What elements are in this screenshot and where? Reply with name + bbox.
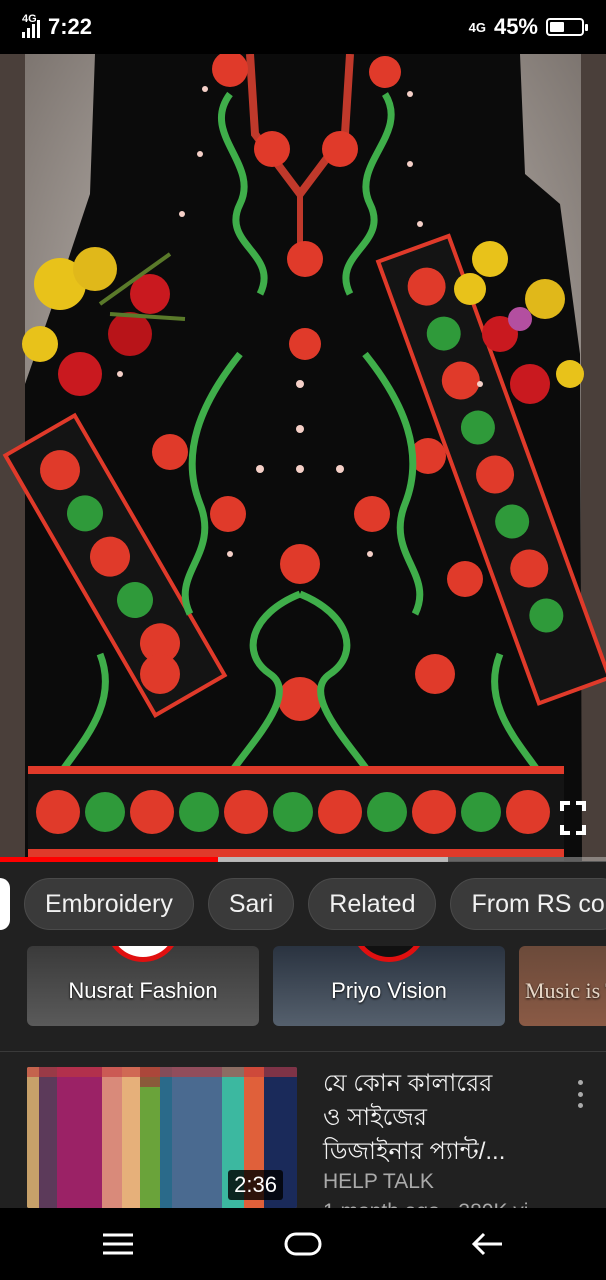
video-duration: 2:36	[228, 1170, 283, 1200]
channel-avatar	[105, 946, 181, 962]
video-channel: HELP TALK	[323, 1170, 434, 1193]
status-left: 4G 7:22	[22, 13, 93, 40]
channel-card-priyo[interactable]: Priyo Vision	[273, 946, 505, 1026]
video-player[interactable]	[0, 54, 606, 861]
channel-name: Nusrat Fashion	[68, 978, 218, 1003]
chip-sari[interactable]: Sari	[207, 878, 295, 930]
chip-related[interactable]: Related	[308, 878, 437, 930]
video-list-item[interactable]: 2:36 যে কোন কালারের ও সাইজের ডিজাইনার প্…	[0, 1052, 606, 1208]
status-bar: 4G 7:22 4G 45%	[0, 0, 606, 54]
filter-chips: Embroidery Sari Related From RS co	[0, 862, 606, 946]
system-nav-bar	[0, 1208, 606, 1280]
menu-icon[interactable]	[98, 1226, 138, 1262]
fullscreen-icon[interactable]	[560, 801, 586, 835]
video-meta: 1 month ago · 380K vi	[323, 1200, 528, 1208]
signal-icon: 4G	[22, 13, 40, 38]
network-type-right: 4G	[468, 19, 486, 35]
clock: 7:22	[48, 14, 93, 39]
more-options-icon[interactable]	[576, 1080, 584, 1108]
channel-card-music[interactable]: Music is T	[519, 946, 606, 1026]
network-type-label: 4G	[22, 13, 37, 25]
video-thumbnail[interactable]: 2:36	[27, 1067, 297, 1208]
chip-from-channel[interactable]: From RS co	[450, 878, 606, 930]
battery-icon	[546, 18, 588, 36]
back-icon[interactable]	[468, 1226, 508, 1262]
video-title-line: যে কোন কালারের	[323, 1070, 493, 1097]
chip-all-partial[interactable]	[0, 878, 10, 930]
battery-percent: 45%	[493, 14, 538, 39]
video-frame-kurta	[0, 54, 606, 861]
video-title: যে কোন কালারের ও সাইজের ডিজাইনার প্যান্ট…	[323, 1067, 563, 1169]
channel-card-nusrat[interactable]: Nusrat Fashion	[27, 946, 259, 1026]
home-icon[interactable]	[283, 1226, 323, 1262]
channel-avatar	[351, 946, 427, 962]
channel-name: Music is T	[525, 978, 606, 1003]
video-title-line: ডিজাইনার প্যান্ট/...	[323, 1138, 506, 1165]
chip-embroidery[interactable]: Embroidery	[24, 878, 194, 930]
video-title-line: ও সাইজের	[323, 1104, 427, 1131]
channel-name: Priyo Vision	[331, 978, 447, 1003]
status-right: 4G 45%	[468, 14, 588, 40]
channel-shelf: Nusrat Fashion Priyo Vision Music is T	[0, 946, 606, 1052]
